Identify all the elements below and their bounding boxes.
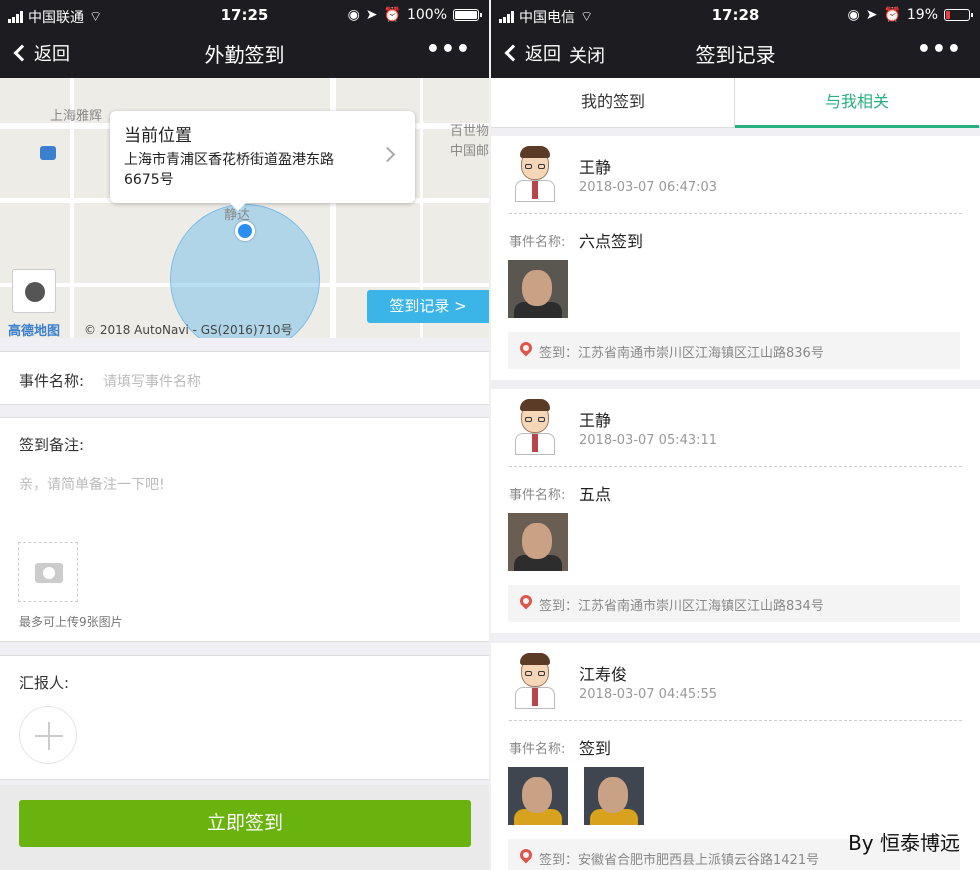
callout-address: 上海市青浦区香花桥街道盈港东路6675号 [124, 152, 334, 188]
lock-rotation-icon: ◉ [847, 7, 860, 23]
nav-bar: 返回 关闭 签到记录 ••• [491, 30, 980, 78]
reporter-label: 汇报人: [19, 674, 70, 692]
battery-percent: 19% [906, 7, 938, 23]
map-poi: 中国邮 [450, 144, 489, 159]
location-pin-icon [517, 339, 535, 357]
event-label: 事件名称: [509, 742, 566, 757]
bus-stop-icon [40, 146, 56, 160]
watermark: By 恒泰博远 [848, 831, 960, 855]
location-pin-icon [517, 846, 535, 864]
divider [509, 213, 962, 214]
add-reporter-button[interactable] [19, 706, 77, 764]
battery-icon [453, 9, 482, 21]
location-bar: 签到：江苏省南通市崇川区江海镇区江山路834号 [508, 585, 960, 622]
top-bar: 中国联通 ⌔ 17:25 ◉ ➤ ⏰ 100% 返回 外勤签到 ••• [0, 0, 489, 78]
location-text: 签到：江苏省南通市崇川区江海镇区江山路836号 [539, 346, 824, 361]
location-arrow-icon: ➤ [365, 7, 378, 23]
location-arrow-icon: ➤ [865, 7, 878, 23]
record-time: 2018-03-07 06:47:03 [579, 180, 718, 195]
locate-me-button[interactable] [12, 269, 56, 313]
remark-section: 签到备注: 亲，请简单备注一下吧! 最多可上传9张图片 [0, 417, 489, 642]
camera-icon [35, 563, 63, 583]
checkin-screen: 中国联通 ⌔ 17:25 ◉ ➤ ⏰ 100% 返回 外勤签到 ••• 上海雅辉 百世物… [0, 0, 489, 870]
checkin-records-button[interactable]: 签到记录 > [367, 290, 489, 323]
map-poi: 上海雅辉 [50, 109, 103, 124]
chevron-right-icon [379, 146, 396, 163]
current-location-dot [235, 221, 255, 241]
map-poi: 百世物 [450, 124, 489, 139]
location-pin-icon [517, 592, 535, 610]
more-menu-button[interactable]: ••• [917, 37, 962, 62]
battery-icon [944, 9, 973, 21]
event-name-row: 事件名称: 请填写事件名称 [0, 351, 489, 405]
remark-textarea[interactable]: 亲，请简单备注一下吧! [19, 474, 165, 494]
checkin-photo[interactable] [508, 260, 568, 318]
avatar [511, 146, 559, 202]
map-view[interactable]: 上海雅辉 百世物 中国邮 静达 当前位置 上海市青浦区香花桥街道盈港东路6675… [0, 78, 489, 338]
event-name: 签到 [579, 739, 612, 758]
location-bar: 签到：江苏省南通市崇川区江海镇区江山路836号 [508, 332, 960, 369]
alarm-icon: ⏰ [883, 7, 901, 23]
location-text: 签到：江苏省南通市崇川区江海镇区江山路834号 [539, 599, 824, 614]
record-card[interactable]: 王静 2018-03-07 06:47:03 事件名称: 六点签到 签到：江苏省… [491, 136, 980, 380]
divider [509, 720, 962, 721]
event-label: 事件名称: [509, 488, 566, 503]
status-bar: 中国电信 ⌔ 17:28 ◉ ➤ ⏰ 19% [491, 0, 980, 30]
event-name: 五点 [579, 485, 612, 504]
battery-percent: 100% [406, 7, 447, 23]
checkin-photo[interactable] [508, 513, 568, 571]
alarm-icon: ⏰ [383, 7, 401, 23]
callout-title: 当前位置 [124, 126, 192, 146]
divider [509, 466, 962, 467]
event-name-label: 事件名称: [19, 372, 85, 390]
amap-logo: 高德地图 [8, 324, 61, 338]
avatar [511, 653, 559, 709]
lock-rotation-icon: ◉ [347, 7, 360, 23]
record-user-name: 王静 [579, 158, 612, 177]
record-user-name: 江寿俊 [579, 665, 628, 684]
records-screen: 中国电信 ⌔ 17:28 ◉ ➤ ⏰ 19% 返回 关闭 签到记录 ••• 我的签到 与… [491, 0, 980, 870]
event-name-input[interactable]: 请填写事件名称 [103, 371, 201, 391]
tab-my-checkins[interactable]: 我的签到 [491, 78, 735, 128]
record-user-name: 王静 [579, 411, 612, 430]
avatar [511, 399, 559, 455]
location-text: 签到：安徽省合肥市肥西县上派镇云谷路1421号 [539, 853, 820, 868]
sign-in-now-button[interactable]: 立即签到 [19, 800, 471, 847]
add-photo-button[interactable] [18, 542, 78, 602]
event-label: 事件名称: [509, 235, 566, 250]
checkin-photo[interactable] [584, 767, 644, 825]
reporter-section: 汇报人: [0, 655, 489, 780]
record-time: 2018-03-07 05:43:11 [579, 433, 718, 448]
record-time: 2018-03-07 04:45:55 [579, 687, 718, 702]
status-bar: 中国联通 ⌔ 17:25 ◉ ➤ ⏰ 100% [0, 0, 489, 30]
tab-related-to-me[interactable]: 与我相关 [735, 78, 979, 128]
more-menu-button[interactable]: ••• [426, 37, 471, 62]
event-name: 六点签到 [579, 232, 644, 251]
current-location-callout[interactable]: 当前位置 上海市青浦区香花桥街道盈港东路6675号 [110, 111, 415, 211]
bottom-bar: 立即签到 [0, 785, 489, 870]
locate-icon [25, 282, 45, 302]
page-title: 外勤签到 [204, 43, 285, 67]
map-copyright: © 2018 AutoNavi - GS(2016)710号 [84, 323, 293, 337]
tab-bar: 我的签到 与我相关 [491, 78, 980, 128]
checkin-photo[interactable] [508, 767, 568, 825]
top-bar: 中国电信 ⌔ 17:28 ◉ ➤ ⏰ 19% 返回 关闭 签到记录 ••• [491, 0, 980, 78]
nav-bar: 返回 外勤签到 ••• [0, 30, 489, 78]
page-title: 签到记录 [695, 43, 776, 67]
record-card[interactable]: 王静 2018-03-07 05:43:11 事件名称: 五点 签到：江苏省南通… [491, 389, 980, 633]
remark-label: 签到备注: [19, 436, 85, 454]
upload-hint: 最多可上传9张图片 [19, 615, 123, 629]
